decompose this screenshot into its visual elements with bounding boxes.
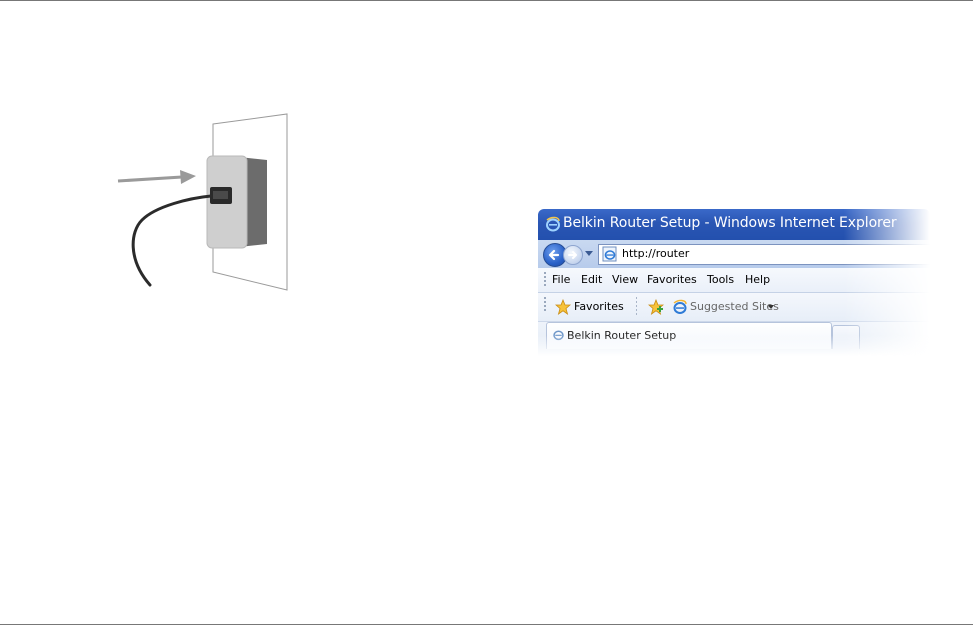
address-url: http://router: [622, 247, 690, 260]
ie-logo-icon: [546, 216, 560, 232]
favorites-grip: [544, 297, 546, 313]
favorites-button[interactable]: Favorites: [574, 300, 624, 313]
router-plug-illustration: [117, 113, 288, 291]
menu-file[interactable]: File: [552, 273, 570, 286]
new-tab-button[interactable]: [832, 325, 860, 349]
add-favorite-icon[interactable]: [648, 299, 664, 315]
tab-belkin-router-setup[interactable]: Belkin Router Setup: [546, 322, 832, 349]
window-title: Belkin Router Setup - Windows Internet E…: [563, 215, 897, 231]
pointer-arrow-line: [117, 175, 183, 183]
browser-window: Belkin Router Setup - Windows Internet E…: [538, 209, 930, 356]
forward-button[interactable]: [563, 245, 583, 265]
favorites-bar: Favorites Suggested Sites: [538, 293, 930, 322]
menu-tools[interactable]: Tools: [707, 273, 734, 286]
menu-bar: File Edit View Favorites Tools Help: [538, 268, 930, 293]
title-bar: Belkin Router Setup - Windows Internet E…: [538, 209, 930, 240]
ethernet-cable: [131, 194, 213, 287]
menu-view[interactable]: View: [612, 273, 638, 286]
navigation-bar: http://router: [538, 240, 930, 268]
favorites-star-icon: [555, 299, 571, 315]
favorites-separator: [636, 297, 637, 317]
menu-grip: [544, 272, 546, 288]
ie-suggested-icon: [673, 299, 687, 314]
top-rule: [0, 0, 973, 1]
forward-arrow-icon: [568, 251, 577, 259]
suggested-sites-button[interactable]: Suggested Sites: [690, 300, 779, 313]
pointer-arrow-head: [180, 170, 196, 184]
menu-favorites[interactable]: Favorites: [647, 273, 697, 286]
recent-pages-dropdown[interactable]: [585, 251, 593, 256]
address-bar[interactable]: http://router: [598, 244, 930, 265]
menu-help[interactable]: Help: [745, 273, 770, 286]
menu-edit[interactable]: Edit: [581, 273, 602, 286]
tab-label: Belkin Router Setup: [567, 329, 677, 342]
tab-row: Belkin Router Setup: [538, 322, 930, 356]
ie-tab-icon: [553, 330, 564, 341]
ie-page-icon: [602, 246, 617, 262]
suggested-sites-dropdown[interactable]: [768, 305, 774, 309]
